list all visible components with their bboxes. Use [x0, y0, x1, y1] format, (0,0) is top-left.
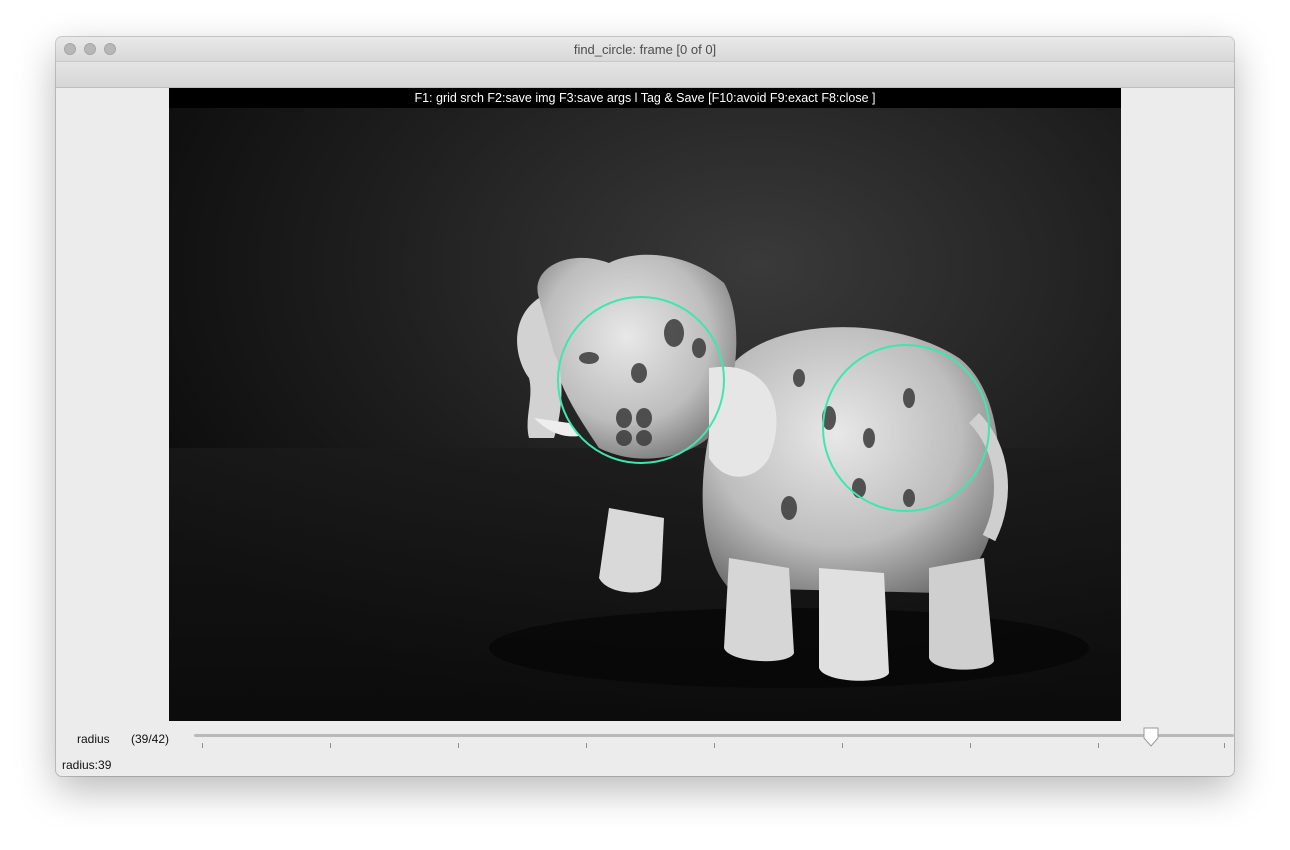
slider-tick [842, 743, 843, 748]
hotkey-help-bar: F1: grid srch F2:save img F3:save args l… [169, 88, 1121, 108]
image-canvas[interactable]: F1: grid srch F2:save img F3:save args l… [169, 88, 1121, 721]
slider-tick [970, 743, 971, 748]
status-text: radius:39 [62, 758, 112, 772]
radius-slider-track[interactable] [194, 734, 1234, 737]
radius-slider-thumb[interactable] [1142, 727, 1160, 747]
slider-tick [1224, 743, 1225, 748]
slider-tick [586, 743, 587, 748]
window-title: find_circle: frame [0 of 0] [573, 42, 717, 57]
elephant-figurine-photo [169, 88, 1121, 721]
slider-tick [202, 743, 203, 748]
title-bar[interactable]: find_circle: frame [0 of 0] [56, 37, 1234, 62]
slider-tick [458, 743, 459, 748]
slider-ticks [56, 743, 1234, 749]
slider-tick [1098, 743, 1099, 748]
app-window: find_circle: frame [0 of 0] F1: grid src… [56, 37, 1234, 776]
slider-tick [330, 743, 331, 748]
slider-tick [714, 743, 715, 748]
toolbar [56, 62, 1234, 88]
